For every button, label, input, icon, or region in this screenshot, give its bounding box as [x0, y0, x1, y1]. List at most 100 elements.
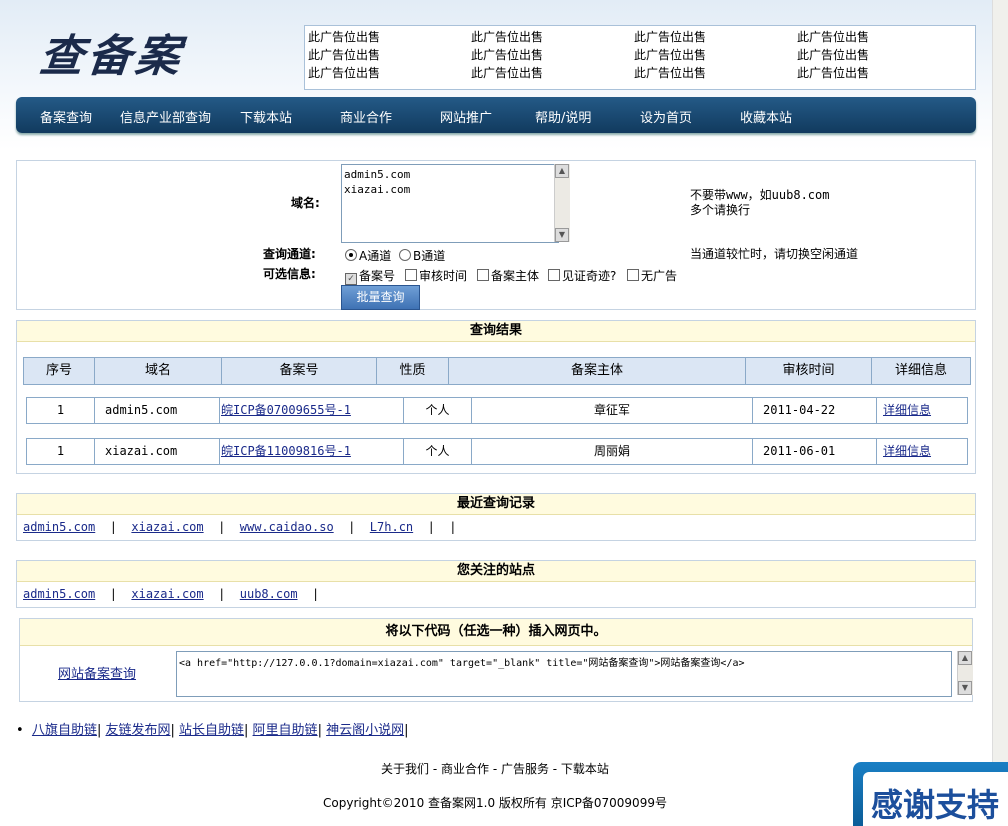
- footer-links[interactable]: 关于我们 - 商业合作 - 广告服务 - 下载本站: [0, 760, 990, 777]
- icp-link[interactable]: 皖ICP备11009816号-1: [221, 444, 351, 458]
- ad-slot[interactable]: 此广告位出售: [634, 46, 706, 64]
- ad-slot[interactable]: 此广告位出售: [634, 64, 706, 82]
- friend-link[interactable]: 神云阁小说网: [326, 723, 404, 738]
- table-row: 1 admin5.com 皖ICP备07009655号-1 个人 章征军 201…: [26, 397, 968, 424]
- cell-domain: admin5.com: [95, 398, 220, 423]
- ad-slot[interactable]: 此广告位出售: [634, 28, 706, 46]
- options-label: 可选信息:: [263, 267, 316, 281]
- watched-link[interactable]: uub8.com: [240, 587, 298, 601]
- option-noad-checkbox[interactable]: 无广告: [627, 267, 677, 284]
- code-link-label[interactable]: 网站备案查询: [58, 663, 136, 682]
- watched-link[interactable]: xiazai.com: [131, 587, 203, 601]
- ad-slot[interactable]: 此广告位出售: [797, 28, 869, 46]
- float-banner[interactable]: 感谢支持: [853, 762, 1008, 826]
- cell-date: 2011-06-01: [753, 439, 877, 464]
- option-miracle-checkbox[interactable]: 见证奇迹?: [548, 267, 616, 284]
- code-scrollbar[interactable]: ▲ ▼: [957, 651, 973, 695]
- col-header: 备案号: [222, 358, 377, 384]
- cell-detail: 详细信息: [878, 439, 967, 464]
- recent-link[interactable]: xiazai.com: [131, 520, 203, 534]
- ad-slot[interactable]: 此广告位出售: [471, 28, 543, 46]
- channel-label: 查询通道:: [263, 247, 316, 261]
- checkbox-icon: [548, 269, 560, 281]
- code-panel: 将以下代码（任选一种）插入网页中。 网站备案查询 <a href="http:/…: [19, 618, 973, 702]
- nav-promote[interactable]: 网站推广: [440, 107, 492, 126]
- radio-checked-icon: [345, 249, 357, 261]
- recent-link[interactable]: www.caidao.so: [240, 520, 334, 534]
- ad-slot[interactable]: 此广告位出售: [308, 28, 380, 46]
- radio-unchecked-icon: [399, 249, 411, 261]
- nav-beian-query[interactable]: 备案查询: [40, 107, 92, 126]
- nav-bookmark[interactable]: 收藏本站: [740, 107, 792, 126]
- ad-slot[interactable]: 此广告位出售: [797, 46, 869, 64]
- option-icp-checkbox[interactable]: 备案号: [345, 267, 395, 285]
- batch-query-button[interactable]: 批量查询: [341, 285, 420, 310]
- checkbox-icon: [477, 269, 489, 281]
- scroll-down-icon[interactable]: ▼: [958, 681, 972, 695]
- ad-slot[interactable]: 此广告位出售: [471, 64, 543, 82]
- nav-download[interactable]: 下载本站: [240, 107, 292, 126]
- option-owner-checkbox[interactable]: 备案主体: [477, 267, 539, 284]
- detail-link[interactable]: 详细信息: [883, 403, 931, 417]
- domain-textarea[interactable]: admin5.com xiazai.com: [341, 164, 559, 243]
- nav-set-home[interactable]: 设为首页: [640, 107, 692, 126]
- nav-miit-query[interactable]: 信息产业部查询: [120, 107, 211, 126]
- watched-link[interactable]: admin5.com: [23, 587, 95, 601]
- domain-label: 域名:: [291, 196, 320, 210]
- recent-link[interactable]: admin5.com: [23, 520, 95, 534]
- channel-a-radio[interactable]: A通道: [345, 247, 391, 264]
- scroll-down-icon[interactable]: ▼: [555, 228, 569, 242]
- col-header: 性质: [377, 358, 449, 384]
- recent-list: admin5.com | xiazai.com | www.caidao.so …: [23, 520, 457, 534]
- cell-detail: 详细信息: [878, 398, 967, 423]
- col-header: 序号: [24, 358, 95, 384]
- ad-slot[interactable]: 此广告位出售: [797, 64, 869, 82]
- ad-grid: 此广告位出售 此广告位出售 此广告位出售 此广告位出售 此广告位出售 此广告位出…: [304, 25, 976, 90]
- textarea-scrollbar[interactable]: ▲ ▼: [554, 164, 570, 242]
- channel-hint: 当通道较忙时，请切换空闲通道: [690, 247, 859, 261]
- col-header: 备案主体: [449, 358, 746, 384]
- site-logo[interactable]: 查备案: [37, 20, 188, 84]
- cell-icp: 皖ICP备11009816号-1: [221, 439, 404, 464]
- channel-a-label: A通道: [359, 249, 392, 263]
- recent-title: 最近查询记录: [17, 494, 975, 515]
- main-nav: 备案查询 信息产业部查询 下载本站 商业合作 网站推广 帮助/说明 设为首页 收…: [16, 97, 976, 133]
- code-snippet-textarea[interactable]: <a href="http://127.0.0.1?domain=xiazai.…: [176, 651, 952, 697]
- col-header: 域名: [95, 358, 222, 384]
- results-header-row: 序号 域名 备案号 性质 备案主体 审核时间 详细信息: [23, 357, 971, 385]
- code-title: 将以下代码（任选一种）插入网页中。: [20, 619, 972, 646]
- option-label: 无广告: [641, 269, 678, 283]
- table-row: 1 xiazai.com 皖ICP备11009816号-1 个人 周丽娟 201…: [26, 438, 968, 465]
- scroll-up-icon[interactable]: ▲: [958, 651, 972, 665]
- page-scrollbar[interactable]: [992, 0, 1008, 826]
- recent-panel: 最近查询记录 admin5.com | xiazai.com | www.cai…: [16, 493, 976, 541]
- ad-slot[interactable]: 此广告位出售: [308, 64, 380, 82]
- watched-list: admin5.com | xiazai.com | uub8.com |: [23, 587, 320, 601]
- checkbox-icon: [405, 269, 417, 281]
- cell-type: 个人: [404, 398, 472, 423]
- nav-help[interactable]: 帮助/说明: [535, 107, 591, 126]
- nav-business[interactable]: 商业合作: [340, 107, 392, 126]
- channel-b-label: B通道: [413, 249, 446, 263]
- checkbox-icon: [627, 269, 639, 281]
- col-header: 审核时间: [746, 358, 872, 384]
- ad-slot[interactable]: 此广告位出售: [308, 46, 380, 64]
- friend-link[interactable]: 八旗自助链: [32, 723, 97, 738]
- recent-link[interactable]: L7h.cn: [370, 520, 413, 534]
- icp-link[interactable]: 皖ICP备07009655号-1: [221, 403, 351, 417]
- scroll-up-icon[interactable]: ▲: [555, 164, 569, 178]
- friend-link[interactable]: 阿里自助链: [253, 723, 318, 738]
- option-label: 审核时间: [419, 269, 468, 283]
- option-label: 备案号: [359, 269, 396, 283]
- friend-link[interactable]: 友链发布网: [105, 723, 170, 738]
- ad-slot[interactable]: 此广告位出售: [471, 46, 543, 64]
- option-date-checkbox[interactable]: 审核时间: [405, 267, 467, 284]
- cell-owner: 章征军: [472, 398, 753, 423]
- cell-icp: 皖ICP备07009655号-1: [221, 398, 404, 423]
- detail-link[interactable]: 详细信息: [883, 444, 931, 458]
- friend-links: • 八旗自助链| 友链发布网| 站长自助链| 阿里自助链| 神云阁小说网|: [16, 723, 409, 738]
- friend-link[interactable]: 站长自助链: [179, 723, 244, 738]
- cell-no: 1: [27, 398, 95, 423]
- channel-b-radio[interactable]: B通道: [399, 247, 445, 264]
- float-banner-text: 感谢支持: [871, 786, 1000, 824]
